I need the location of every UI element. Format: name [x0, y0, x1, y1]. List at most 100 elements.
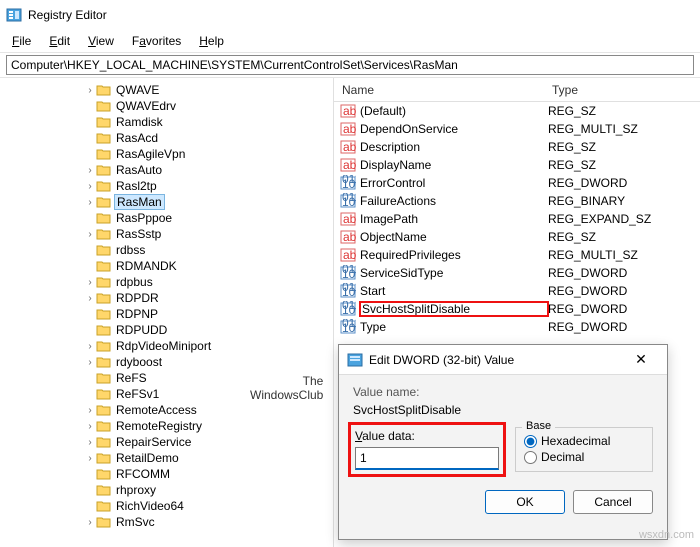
- tree-item[interactable]: RDPUDD: [0, 322, 333, 338]
- cancel-button[interactable]: Cancel: [573, 490, 653, 514]
- value-type: REG_DWORD: [548, 266, 700, 280]
- list-item[interactable]: 01101001SvcHostSplitDisableREG_DWORD: [334, 300, 700, 318]
- dialog-titlebar: Edit DWORD (32-bit) Value ✕: [339, 345, 667, 375]
- tree-item[interactable]: rhproxy: [0, 482, 333, 498]
- tree-item[interactable]: › RmSvc: [0, 514, 333, 530]
- tree-item-label: RasAcd: [114, 131, 160, 145]
- column-type[interactable]: Type: [544, 79, 700, 101]
- tree-item[interactable]: ›RepairService: [0, 434, 333, 450]
- string-icon: ab: [340, 211, 356, 227]
- tree-item-label: RasAuto: [114, 163, 164, 177]
- chevron-icon[interactable]: ›: [84, 229, 96, 240]
- tree-item-label: QWAVEdrv: [114, 99, 178, 113]
- tree-item[interactable]: RDPNP: [0, 306, 333, 322]
- value-type: REG_MULTI_SZ: [548, 248, 700, 262]
- tree-item[interactable]: RDMANDK: [0, 258, 333, 274]
- ok-button[interactable]: OK: [485, 490, 565, 514]
- chevron-icon[interactable]: ›: [84, 277, 96, 288]
- tree-item[interactable]: ›Rasl2tp: [0, 178, 333, 194]
- folder-icon: [96, 483, 112, 497]
- tree-item[interactable]: ›RasSstp: [0, 226, 333, 242]
- value-type: REG_SZ: [548, 158, 700, 172]
- address-bar: [0, 52, 700, 78]
- chevron-icon[interactable]: ›: [84, 357, 96, 368]
- list-item[interactable]: ab DisplayNameREG_SZ: [334, 156, 700, 174]
- tree-item-label: rdpbus: [114, 275, 155, 289]
- chevron-icon[interactable]: ›: [84, 517, 96, 528]
- tree-item[interactable]: QWAVEdrv: [0, 98, 333, 114]
- svg-text:1001: 1001: [342, 195, 356, 209]
- svg-text:1001: 1001: [342, 177, 356, 191]
- chevron-icon[interactable]: ›: [84, 405, 96, 416]
- radio-dec-input[interactable]: [524, 451, 537, 464]
- chevron-icon[interactable]: ›: [84, 85, 96, 96]
- list-item[interactable]: abDescriptionREG_SZ: [334, 138, 700, 156]
- chevron-icon[interactable]: ›: [84, 453, 96, 464]
- tree-item[interactable]: ›RdpVideoMiniport: [0, 338, 333, 354]
- svg-text:1001: 1001: [342, 321, 356, 335]
- tree-item[interactable]: ›rdyboost: [0, 354, 333, 370]
- chevron-icon[interactable]: ›: [84, 341, 96, 352]
- tree-item[interactable]: Ramdisk: [0, 114, 333, 130]
- folder-icon: [96, 355, 112, 369]
- list-item[interactable]: abRequiredPrivilegesREG_MULTI_SZ: [334, 246, 700, 264]
- menu-help[interactable]: Help: [191, 32, 232, 50]
- chevron-icon[interactable]: ›: [84, 181, 96, 192]
- list-item[interactable]: 01101001ErrorControlREG_DWORD: [334, 174, 700, 192]
- value-data-label: Value data:: [355, 429, 499, 443]
- tree-item[interactable]: ›RemoteRegistry: [0, 418, 333, 434]
- tree-item[interactable]: › RasAuto: [0, 162, 333, 178]
- value-data-input[interactable]: [355, 447, 499, 470]
- address-input[interactable]: [6, 55, 694, 75]
- menu-favorites[interactable]: Favorites: [124, 32, 189, 50]
- watermark: wsxdn.com: [639, 529, 694, 541]
- value-name: Type: [360, 320, 548, 334]
- folder-icon: [96, 147, 112, 161]
- list-item[interactable]: ab(Default)REG_SZ: [334, 102, 700, 120]
- registry-tree[interactable]: ›QWAVE QWAVEdrv Ramdisk RasAcd RasAgileV…: [0, 78, 334, 547]
- chevron-icon[interactable]: ›: [84, 197, 96, 208]
- tree-item[interactable]: RasAcd: [0, 130, 333, 146]
- tree-item-label: Ramdisk: [114, 115, 165, 129]
- chevron-icon[interactable]: ›: [84, 437, 96, 448]
- tree-item[interactable]: ›QWAVE: [0, 82, 333, 98]
- tree-item-label: RFCOMM: [114, 467, 172, 481]
- tree-item[interactable]: RasPppoe: [0, 210, 333, 226]
- radio-dec[interactable]: Decimal: [524, 450, 644, 464]
- string-icon: ab: [340, 157, 356, 173]
- list-item[interactable]: 01101001ServiceSidTypeREG_DWORD: [334, 264, 700, 282]
- list-item[interactable]: abDependOnServiceREG_MULTI_SZ: [334, 120, 700, 138]
- tree-item[interactable]: › rdpbus: [0, 274, 333, 290]
- chevron-icon[interactable]: ›: [84, 293, 96, 304]
- tree-item[interactable]: ›RemoteAccess: [0, 402, 333, 418]
- list-item[interactable]: abImagePathREG_EXPAND_SZ: [334, 210, 700, 228]
- radio-hex[interactable]: Hexadecimal: [524, 434, 644, 448]
- tree-item[interactable]: RFCOMM: [0, 466, 333, 482]
- value-type: REG_DWORD: [548, 320, 700, 334]
- list-item[interactable]: 01101001StartREG_DWORD: [334, 282, 700, 300]
- value-name: DisplayName: [360, 158, 548, 172]
- list-item[interactable]: 01101001TypeREG_DWORD: [334, 318, 700, 336]
- tree-item-label: RetailDemo: [114, 451, 181, 465]
- menu-edit[interactable]: Edit: [41, 32, 78, 50]
- chevron-icon[interactable]: ›: [84, 421, 96, 432]
- radio-hex-input[interactable]: [524, 435, 537, 448]
- tree-item[interactable]: RichVideo64: [0, 498, 333, 514]
- svg-text:ab: ab: [343, 212, 356, 226]
- menu-file[interactable]: File: [4, 32, 39, 50]
- list-item[interactable]: abObjectNameREG_SZ: [334, 228, 700, 246]
- column-name[interactable]: Name: [334, 79, 544, 101]
- folder-icon: [96, 131, 112, 145]
- value-name: ImagePath: [360, 212, 548, 226]
- tree-item[interactable]: rdbss: [0, 242, 333, 258]
- tree-item[interactable]: ›RDPDR: [0, 290, 333, 306]
- tree-item[interactable]: RasAgileVpn: [0, 146, 333, 162]
- tree-item[interactable]: › RetailDemo: [0, 450, 333, 466]
- tree-item[interactable]: ›RasMan: [0, 194, 333, 210]
- chevron-icon[interactable]: ›: [84, 165, 96, 176]
- dialog-close-button[interactable]: ✕: [623, 351, 659, 368]
- list-item[interactable]: 01101001FailureActionsREG_BINARY: [334, 192, 700, 210]
- menu-view[interactable]: View: [80, 32, 122, 50]
- value-type: REG_SZ: [548, 104, 700, 118]
- tree-item-label: RmSvc: [114, 515, 157, 529]
